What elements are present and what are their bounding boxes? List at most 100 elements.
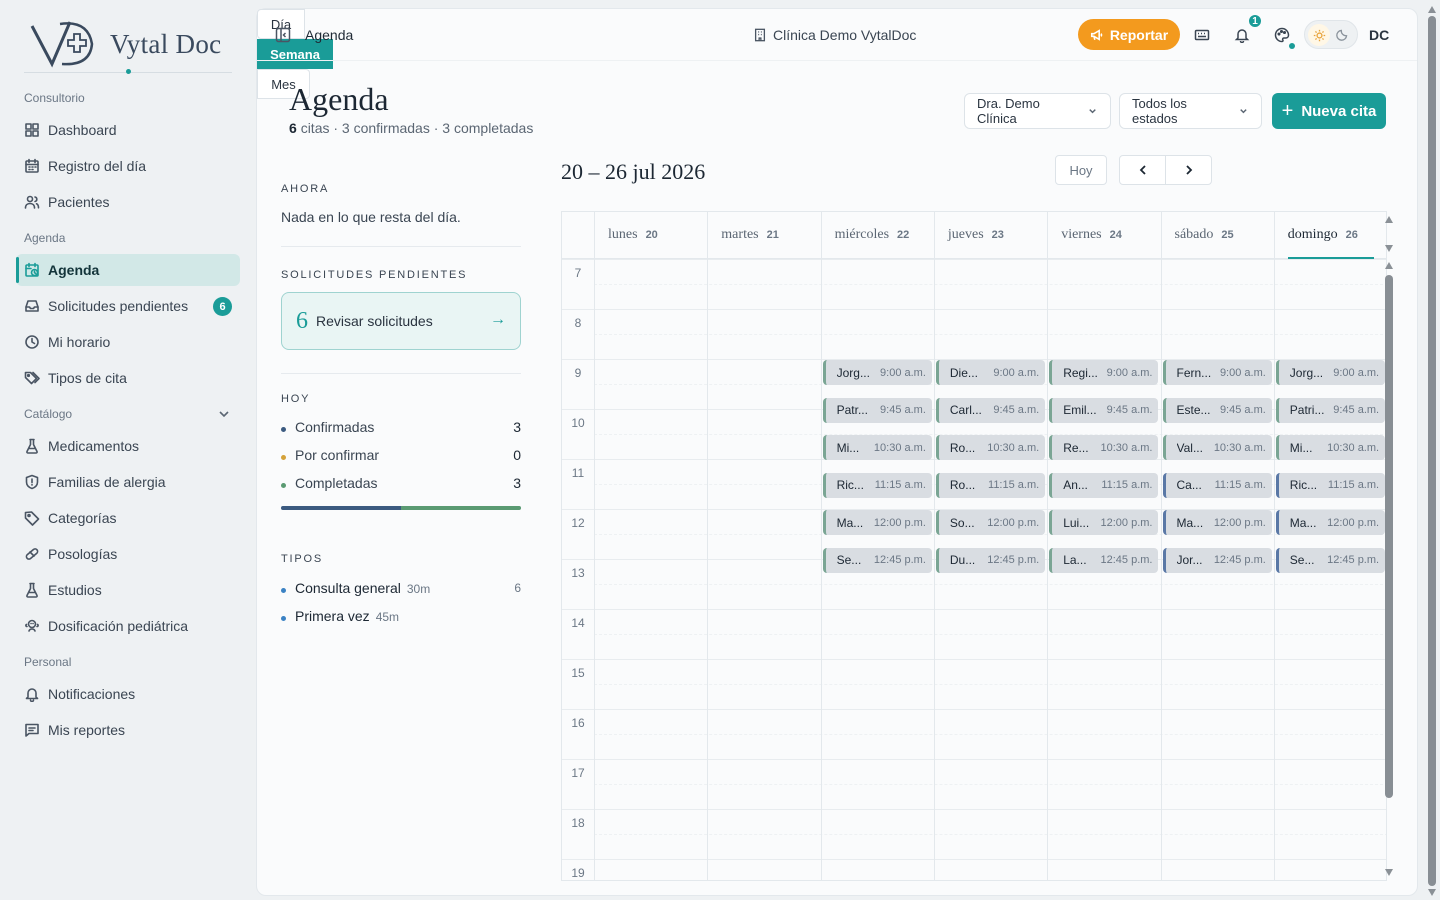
sidebar-item-medicamentos[interactable]: Medicamentos bbox=[16, 430, 240, 462]
avatar[interactable]: DC bbox=[1369, 27, 1389, 43]
sidebar-item-notificaciones[interactable]: Notificaciones bbox=[16, 678, 240, 710]
sidebar-item-agenda[interactable]: Agenda bbox=[16, 254, 240, 286]
day-number: 25 bbox=[1221, 229, 1234, 241]
sidebar-item-alergias[interactable]: Familias de alergia bbox=[16, 466, 240, 498]
appointment[interactable]: Carl... 9:45 a.m. bbox=[935, 397, 1046, 423]
appointment-time: 12:45 p.m. bbox=[987, 554, 1040, 566]
appointment[interactable]: Ro... 11:15 a.m. bbox=[935, 472, 1046, 498]
scroll-down-icon[interactable] bbox=[1385, 245, 1393, 252]
calendar-scrollbar[interactable] bbox=[1385, 275, 1393, 798]
bell-icon[interactable] bbox=[1234, 27, 1250, 43]
next-week-button[interactable] bbox=[1165, 155, 1212, 185]
appointment[interactable]: Jor... 12:45 p.m. bbox=[1162, 547, 1272, 573]
appointment[interactable]: Regi... 9:00 a.m. bbox=[1049, 360, 1159, 385]
clinic-name[interactable]: Clínica Demo VytalDoc bbox=[753, 27, 916, 43]
theme-toggle[interactable] bbox=[1304, 20, 1358, 49]
page-subtitle: 6 citas · 3 confirmadas · 3 completadas bbox=[289, 120, 533, 136]
page-scroll-up-icon[interactable] bbox=[1428, 6, 1436, 13]
appointment[interactable]: Die... 9:00 a.m. bbox=[935, 360, 1046, 385]
sidebar-item-categorias[interactable]: Categorías bbox=[16, 502, 240, 534]
hour-row[interactable] bbox=[562, 859, 1386, 880]
chevron-down-icon[interactable] bbox=[216, 406, 232, 422]
appointment[interactable]: Ma... 12:00 p.m. bbox=[822, 510, 932, 535]
day-header-martes[interactable]: martes 21 bbox=[707, 212, 820, 259]
day-header-viernes[interactable]: viernes 24 bbox=[1047, 212, 1160, 259]
hour-row[interactable] bbox=[562, 659, 1386, 709]
appointment[interactable]: Ma... 12:00 p.m. bbox=[1162, 510, 1272, 535]
appointment-patient: Patr... bbox=[836, 403, 868, 417]
arrow-right-icon: → bbox=[490, 311, 506, 328]
appointment-patient: Ric... bbox=[836, 478, 864, 492]
appointment[interactable]: Emil... 9:45 a.m. bbox=[1049, 397, 1159, 423]
appointment[interactable]: Ric... 11:15 a.m. bbox=[822, 472, 932, 498]
appointment[interactable]: So... 12:00 p.m. bbox=[935, 510, 1046, 535]
sidebar-item-solicitudes[interactable]: Solicitudes pendientes 6 bbox=[16, 290, 240, 322]
appointment[interactable]: Jorg... 9:00 a.m. bbox=[1275, 360, 1386, 385]
keyboard-icon[interactable] bbox=[1194, 27, 1210, 43]
appointment[interactable]: Mi... 10:30 a.m. bbox=[1275, 435, 1386, 460]
appointment[interactable]: Val... 10:30 a.m. bbox=[1162, 435, 1272, 460]
sidebar-item-registro[interactable]: Registro del día bbox=[16, 150, 240, 182]
appointment-patient: Jorg... bbox=[1289, 365, 1324, 380]
appointment[interactable]: La... 12:45 p.m. bbox=[1049, 547, 1159, 573]
logo[interactable]: Vytal Doc bbox=[30, 14, 230, 74]
scroll-up-icon[interactable] bbox=[1385, 262, 1393, 269]
appointment[interactable]: An... 11:15 a.m. bbox=[1049, 472, 1159, 498]
day-header-sábado[interactable]: sábado 25 bbox=[1160, 212, 1274, 259]
sidebar-item-posologias[interactable]: Posologías bbox=[16, 538, 240, 570]
appointment[interactable]: Se... 12:45 p.m. bbox=[822, 547, 932, 573]
type-count: 6 bbox=[514, 581, 521, 595]
hour-row[interactable] bbox=[562, 709, 1386, 759]
sun-icon[interactable] bbox=[1308, 24, 1330, 46]
chevron-left-icon bbox=[1139, 165, 1146, 175]
clock-icon bbox=[25, 335, 39, 349]
day-header-miércoles[interactable]: miércoles 22 bbox=[820, 212, 934, 259]
moon-icon[interactable] bbox=[1336, 28, 1349, 41]
appointment[interactable]: Ma... 12:00 p.m. bbox=[1275, 510, 1386, 535]
sidebar-item-estudios[interactable]: Estudios bbox=[16, 574, 240, 606]
hour-row[interactable] bbox=[562, 809, 1386, 859]
scroll-down-icon[interactable] bbox=[1385, 869, 1393, 876]
appointment[interactable]: Mi... 10:30 a.m. bbox=[822, 435, 932, 460]
day-header-lunes[interactable]: lunes 20 bbox=[594, 212, 707, 259]
page-scroll-down-icon[interactable] bbox=[1428, 889, 1436, 896]
appointment[interactable]: Jorg... 9:00 a.m. bbox=[822, 360, 932, 385]
hour-row[interactable] bbox=[562, 609, 1386, 659]
sidebar-item-dashboard[interactable]: Dashboard bbox=[16, 114, 240, 146]
hour-row[interactable] bbox=[562, 309, 1386, 359]
day-header-domingo[interactable]: domingo 26 bbox=[1273, 212, 1386, 259]
report-button[interactable]: Reportar bbox=[1078, 19, 1180, 50]
appointment[interactable]: Ro... 10:30 a.m. bbox=[935, 435, 1046, 460]
scroll-up-icon[interactable] bbox=[1385, 216, 1393, 223]
appointment[interactable]: Ric... 11:15 a.m. bbox=[1275, 472, 1386, 498]
type-label: Consulta general bbox=[295, 580, 401, 596]
sidebar-item-pacientes[interactable]: Pacientes bbox=[16, 186, 240, 218]
sidebar-item-dosificacion[interactable]: Dosificación pediátrica bbox=[16, 610, 240, 642]
appointment[interactable]: Ca... 11:15 a.m. bbox=[1162, 472, 1272, 498]
sidebar-toggle-icon[interactable] bbox=[275, 27, 291, 43]
appointment[interactable]: Du... 12:45 p.m. bbox=[935, 547, 1046, 573]
status-select[interactable]: Todos los estados bbox=[1119, 93, 1262, 129]
today-button[interactable]: Hoy bbox=[1055, 155, 1107, 185]
doctor-select[interactable]: Dra. Demo Clínica bbox=[964, 93, 1111, 129]
appointment[interactable]: Re... 10:30 a.m. bbox=[1049, 435, 1159, 460]
appointment[interactable]: Lui... 12:00 p.m. bbox=[1049, 510, 1159, 535]
sidebar-item-horario[interactable]: Mi horario bbox=[16, 326, 240, 358]
hour-label: 16 bbox=[571, 716, 585, 730]
appointment[interactable]: Fern... 9:00 a.m. bbox=[1162, 360, 1272, 385]
appointment[interactable]: Patr... 9:45 a.m. bbox=[822, 397, 932, 423]
page-scrollbar[interactable] bbox=[1428, 16, 1436, 886]
review-requests-card[interactable]: 6 Revisar solicitudes → bbox=[281, 292, 521, 350]
palette-icon[interactable] bbox=[1274, 27, 1290, 43]
appointment[interactable]: Patri... 9:45 a.m. bbox=[1275, 397, 1386, 423]
day-header-jueves[interactable]: jueves 23 bbox=[933, 212, 1047, 259]
column-divider bbox=[594, 259, 595, 880]
appointment[interactable]: Este... 9:45 a.m. bbox=[1162, 397, 1272, 423]
prev-week-button[interactable] bbox=[1119, 155, 1166, 185]
hour-row[interactable] bbox=[562, 759, 1386, 809]
hour-row[interactable] bbox=[562, 259, 1386, 309]
new-appointment-button[interactable]: + Nueva cita bbox=[1272, 93, 1386, 129]
sidebar-item-reportes[interactable]: Mis reportes bbox=[16, 714, 240, 746]
sidebar-item-tipos[interactable]: Tipos de cita bbox=[16, 362, 240, 394]
appointment[interactable]: Se... 12:45 p.m. bbox=[1275, 547, 1386, 573]
